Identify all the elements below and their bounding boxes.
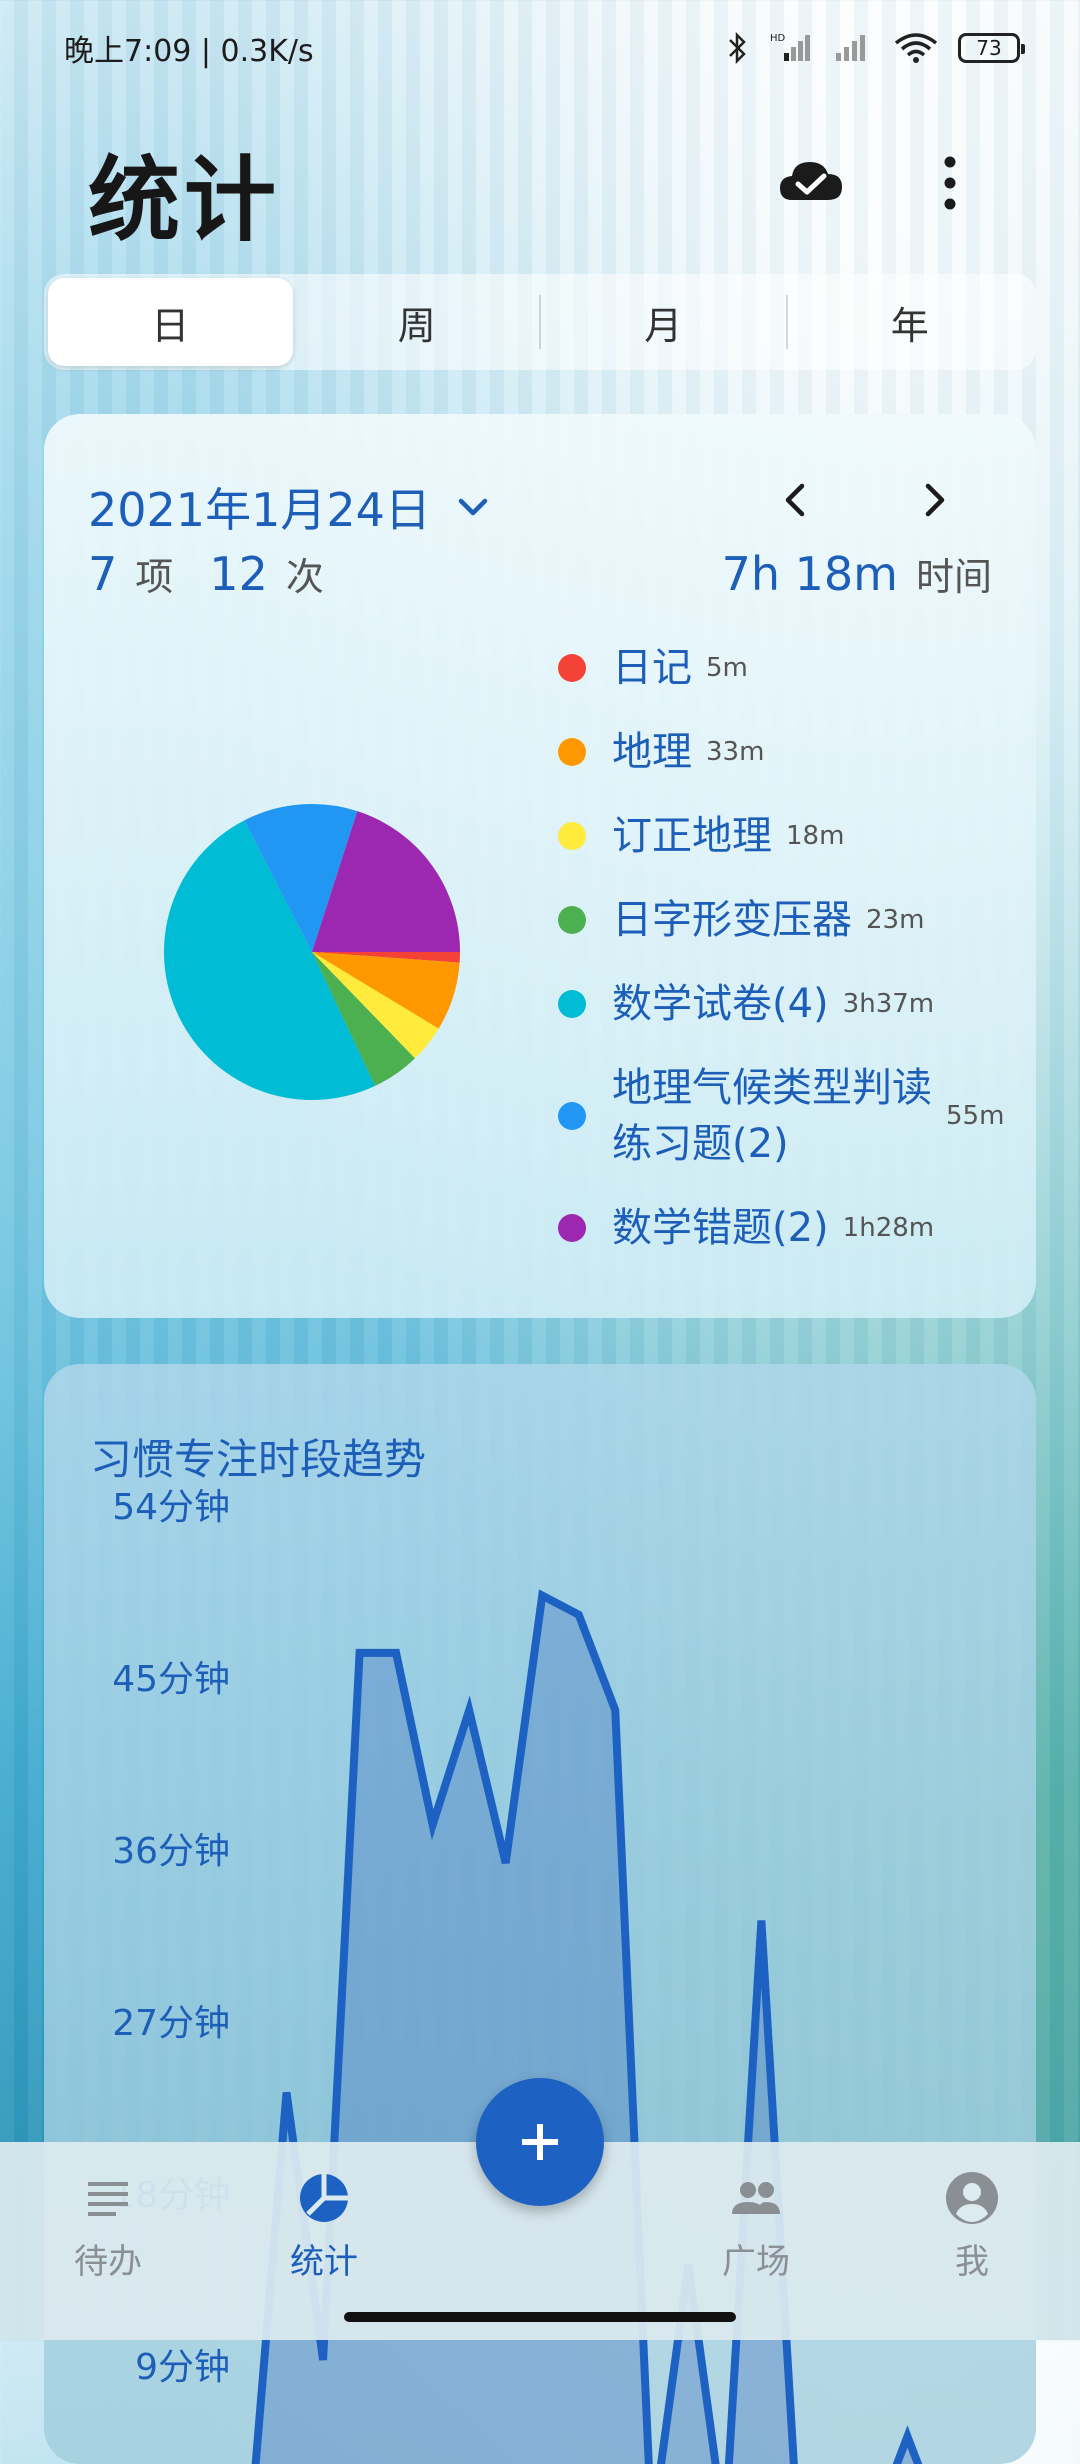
duration-value: 7h 18m (721, 547, 898, 601)
page-title: 统计 (88, 147, 281, 254)
nav-item-stats[interactable]: 统计 (254, 2170, 394, 2283)
nav-label: 待办 (74, 2242, 142, 2282)
app-bar: 统计 (0, 110, 1080, 254)
chevron-down-icon (458, 498, 488, 516)
legend-time: 3h37m (842, 989, 935, 1019)
times-count: 12 (209, 547, 268, 601)
y-tick-label: 27分钟 (112, 2003, 230, 2044)
cloud-check-icon[interactable] (776, 148, 846, 218)
period-tabs: 日 周 月 年 (44, 274, 1036, 370)
tab-year[interactable]: 年 (788, 278, 1033, 366)
status-time: 晚上7:09 | 0.3K/s (64, 34, 314, 69)
list-icon (88, 2182, 128, 2216)
legend-color-dot (558, 822, 586, 850)
y-tick-label: 9分钟 (135, 2347, 230, 2388)
home-indicator (344, 2312, 736, 2322)
svg-text:HD: HD (770, 33, 786, 44)
legend-label: 日记 (612, 645, 692, 691)
legend-time: 1h28m (842, 1213, 935, 1243)
plus-icon (522, 2124, 558, 2160)
account-icon (946, 2172, 998, 2224)
legend-time: 5m (706, 653, 748, 683)
duration-unit: 时间 (915, 555, 992, 599)
nav-label: 我 (955, 2242, 989, 2282)
legend-item: 地理气候类型判读练习题(2) 55m (558, 1060, 1004, 1172)
legend-item: 订正地理 18m (558, 808, 844, 864)
date-label: 2021年1月24日 (88, 483, 431, 537)
more-vert-icon[interactable] (928, 148, 972, 218)
tab-week[interactable]: 周 (295, 278, 540, 366)
items-count: 7 (88, 547, 118, 601)
items-unit: 项 (135, 555, 174, 599)
status-icons: HD 73 (726, 31, 1025, 65)
legend-label: 地理气候类型判读练习题(2) (612, 1065, 932, 1167)
battery-icon: 73 (958, 33, 1025, 63)
legend-label: 订正地理 (612, 813, 772, 859)
legend-label: 数学试卷(4) (612, 981, 829, 1027)
legend-label: 地理 (612, 729, 692, 775)
legend-time: 33m (706, 737, 765, 767)
wifi-icon (894, 33, 938, 63)
date-selector[interactable]: 2021年1月24日 (88, 474, 491, 540)
nav-item-todo[interactable]: 待办 (38, 2170, 178, 2283)
bluetooth-icon (729, 31, 746, 65)
legend-time: 23m (866, 905, 925, 935)
legend-item: 数学错题(2) 1h28m (558, 1200, 934, 1256)
tab-day[interactable]: 日 (48, 278, 293, 366)
nav-label: 广场 (722, 2242, 790, 2282)
counts-summary: 7 项 12 次 (88, 546, 342, 601)
legend-time: 18m (786, 821, 845, 851)
legend-label: 数学错题(2) (612, 1205, 829, 1251)
chevron-right-icon[interactable] (912, 478, 956, 522)
legend-color-dot (558, 906, 586, 934)
status-bar: 晚上7:09 | 0.3K/s HD 73 (0, 0, 1080, 96)
people-icon (732, 2182, 780, 2214)
legend-color-dot (558, 1214, 586, 1242)
daily-summary-card: 2021年1月24日 7 项 12 次 7h 18m 时间 日记 5m 地理 33m 订… (44, 414, 1036, 1318)
legend-color-dot (558, 1102, 586, 1130)
times-unit: 次 (285, 555, 324, 599)
total-duration: 7h 18m 时间 (722, 546, 992, 601)
y-tick-label: 45分钟 (112, 1659, 230, 1700)
hd-signal-icon: HD (770, 33, 810, 61)
legend-color-dot (558, 654, 586, 682)
legend-color-dot (558, 738, 586, 766)
signal-icon (836, 35, 865, 61)
legend-item: 日记 5m (558, 640, 748, 696)
time-pie-chart (163, 804, 460, 1101)
stats-pie-icon (300, 2174, 348, 2222)
legend-item: 数学试卷(4) 3h37m (558, 976, 934, 1032)
chevron-left-icon[interactable] (774, 478, 818, 522)
legend-color-dot (558, 990, 586, 1018)
legend-time: 55m (946, 1101, 1005, 1131)
legend-label: 日字形变压器 (612, 897, 852, 943)
legend-item: 日字形变压器 23m (558, 892, 924, 948)
nav-item-me[interactable]: 我 (902, 2170, 1042, 2283)
nav-item-square[interactable]: 广场 (686, 2170, 826, 2283)
y-tick-label: 36分钟 (112, 1831, 230, 1872)
add-button[interactable] (476, 2078, 604, 2206)
tab-month[interactable]: 月 (541, 278, 786, 366)
nav-label: 统计 (290, 2242, 358, 2282)
legend-item: 地理 33m (558, 724, 764, 780)
y-tick-label: 54分钟 (112, 1487, 230, 1528)
